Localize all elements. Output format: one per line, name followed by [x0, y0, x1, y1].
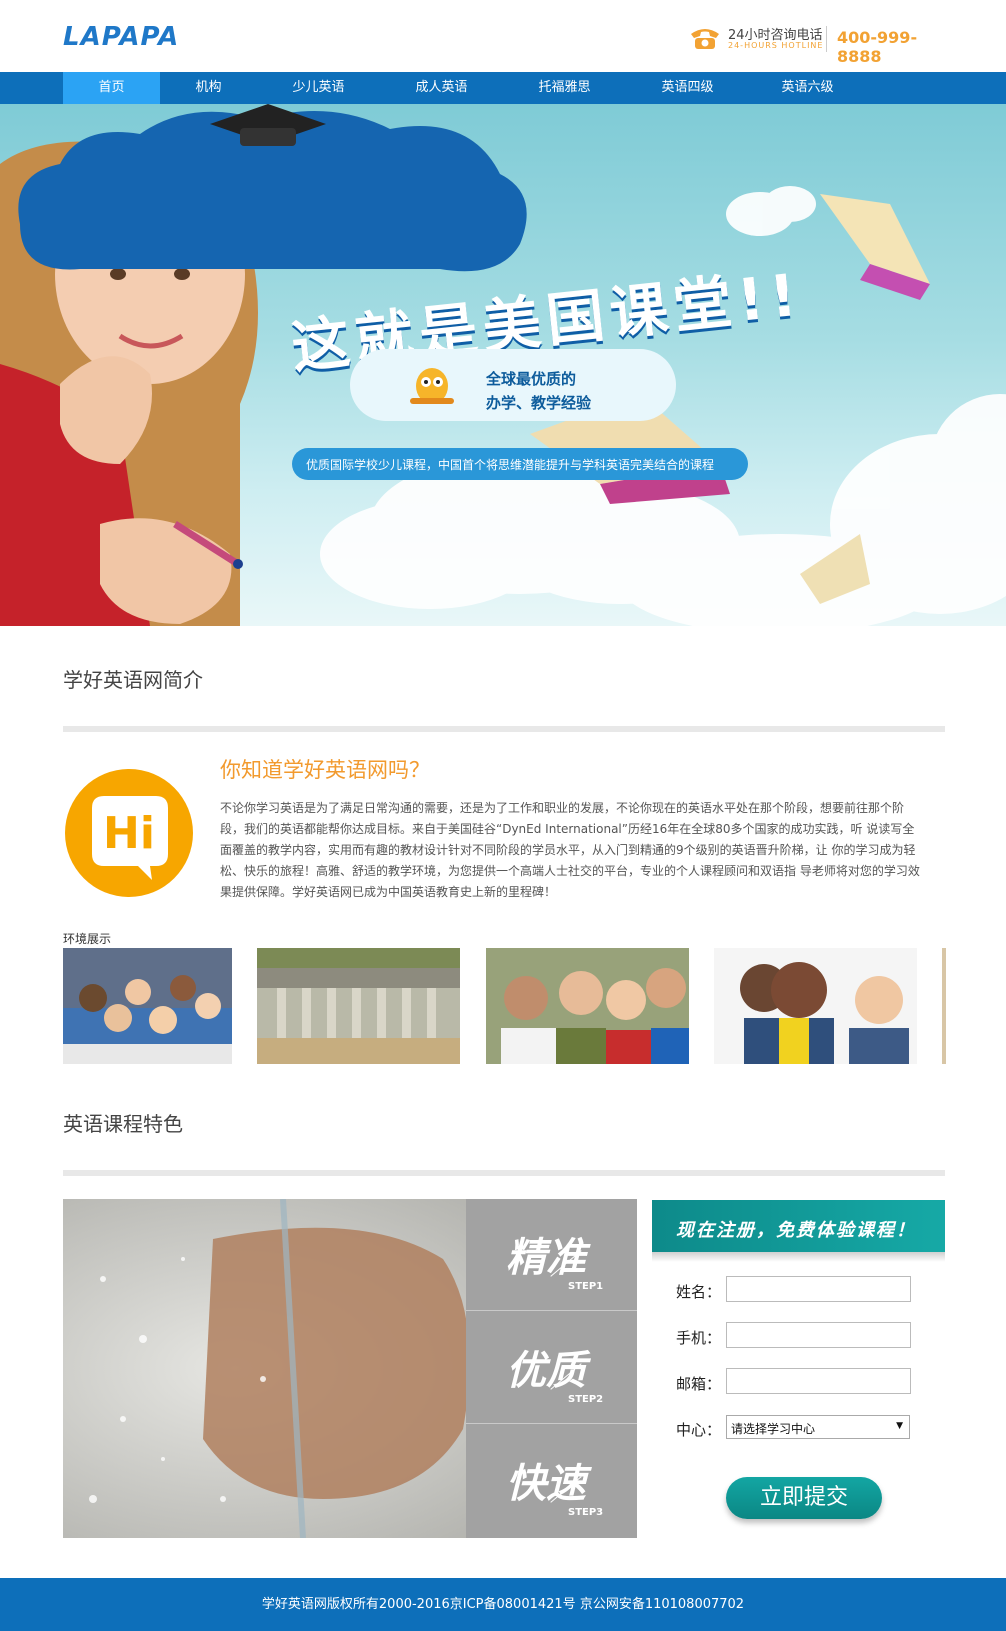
- bee-mascot-icon: [410, 368, 454, 404]
- banner-description: 优质国际学校少儿课程，中国首个将思维潜能提升与学科英语完美结合的课程: [306, 458, 715, 472]
- center-select-value: 请选择学习中心: [731, 1422, 816, 1436]
- center-label: 中心：: [676, 1421, 722, 1439]
- header: LAPAPA 24小时咨询电话 24-HOURS HOTLINE 400-999…: [0, 0, 1006, 72]
- title-cloud: [18, 104, 527, 272]
- step-1: 精准 STEP1: [466, 1199, 637, 1311]
- phone-icon: [691, 29, 719, 49]
- environment-photo-4[interactable]: [714, 948, 917, 1064]
- register-banner-shadow: [652, 1252, 945, 1262]
- phone-field[interactable]: [726, 1322, 911, 1348]
- nav-item-toefl-ielts[interactable]: 托福雅思: [503, 72, 626, 104]
- environment-photo-3[interactable]: [486, 948, 689, 1064]
- phone-label: 手机：: [676, 1329, 722, 1347]
- hotline-label-en: 24-HOURS HOTLINE: [728, 41, 824, 50]
- hotline: 24小时咨询电话 24-HOURS HOTLINE 400-999-8888: [688, 24, 948, 66]
- step-1-title: 精准: [506, 1235, 586, 1281]
- environment-label: 环境展示: [63, 932, 112, 946]
- nav-item-cet6[interactable]: 英语六级: [749, 72, 866, 104]
- name-field[interactable]: [726, 1276, 911, 1302]
- section-divider: [63, 1170, 945, 1176]
- footer: 学好英语网版权所有2000-2016京ICP备08001421号 京公网安备11…: [0, 1578, 1006, 1631]
- nav-item-adult-english[interactable]: 成人英语: [380, 72, 503, 104]
- intro-paragraph: 不论你学习英语是为了满足日常沟通的需要，还是为了工作和职业的发展，不论你现在的英…: [220, 801, 920, 899]
- nav-item-home[interactable]: 首页: [63, 72, 160, 104]
- register-banner-text: 现在注册，免费体验课程！: [676, 1220, 916, 1241]
- hero-banner[interactable]: 这就是美国课堂!! 全球最优质的 办学、教学经验 优质国际学校少儿课程，中国首个…: [0, 104, 1006, 626]
- step-1-tag: STEP1: [568, 1281, 604, 1292]
- step-2-tag: STEP2: [568, 1394, 604, 1405]
- footer-copyright: 学好英语网版权所有2000-2016京ICP备08001421号 京公网安备11…: [261, 1597, 745, 1612]
- intro-heading: 你知道学好英语网吗？: [220, 758, 430, 782]
- nav-item-institution[interactable]: 机构: [160, 72, 257, 104]
- step-3-title: 快速: [506, 1461, 586, 1507]
- nav-item-kids-english[interactable]: 少儿英语: [257, 72, 380, 104]
- hotline-divider: [826, 26, 827, 52]
- banner-subtitle-1: 全球最优质的: [486, 370, 577, 388]
- step-2-title: 优质: [506, 1348, 586, 1394]
- submit-button[interactable]: 立即提交: [726, 1477, 882, 1519]
- hotline-number: 400-999-8888: [837, 28, 918, 66]
- section-divider: [63, 726, 945, 732]
- email-field[interactable]: [726, 1368, 911, 1394]
- environment-photo-2[interactable]: [257, 948, 460, 1064]
- site-logo[interactable]: LAPAPA: [63, 22, 179, 52]
- features-section-title: 英语课程特色: [63, 1112, 183, 1136]
- step-2: 优质 STEP2: [466, 1312, 637, 1424]
- main-nav: 首页 机构 少儿英语 成人英语 托福雅思 英语四级 英语六级: [0, 72, 1006, 104]
- environment-photo-1[interactable]: [63, 948, 232, 1064]
- email-label: 邮箱：: [676, 1375, 722, 1393]
- hi-speech-bubble-icon: Hi: [65, 769, 193, 897]
- environment-photo-5-partial[interactable]: [942, 948, 946, 1064]
- chevron-down-icon: ▼: [896, 1421, 903, 1431]
- intro-section-title: 学好英语网简介: [63, 668, 203, 692]
- step-3-tag: STEP3: [568, 1507, 604, 1518]
- step-3: 快速 STEP3: [466, 1425, 637, 1537]
- banner-subtitle-2: 办学、教学经验: [486, 394, 592, 412]
- hi-text: Hi: [103, 808, 155, 859]
- name-label: 姓名：: [676, 1283, 722, 1301]
- center-select[interactable]: 请选择学习中心 ▼: [726, 1415, 910, 1439]
- nav-item-cet4[interactable]: 英语四级: [626, 72, 749, 104]
- steps-column: 精准 STEP1 优质 STEP2 快速 STEP3: [466, 1199, 637, 1538]
